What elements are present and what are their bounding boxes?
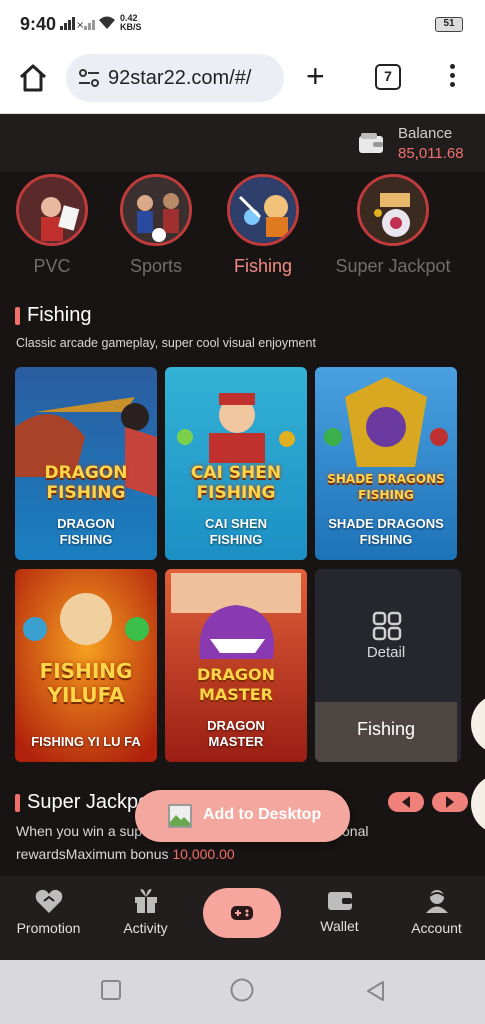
battery-indicator: 51 [435,17,463,32]
nav-label: Account [411,920,462,936]
game-title: FISHING YI LU FA [31,734,141,749]
detail-card-category: Fishing [356,719,416,739]
page-content: Balance 85,011.68 PVC Sports Fishing Sup… [0,114,485,960]
game-logo: DRAGON FISHING [44,463,128,503]
browser-menu-button[interactable] [448,64,456,90]
nav-promotion[interactable]: Promotion [0,888,97,936]
tab-label: Sports [129,256,183,276]
game-card-cai-shen-fishing[interactable]: CAI SHEN FISHING CAI SHEN FISHING [165,367,307,560]
nav-activity[interactable]: Activity [97,888,194,936]
tab-label: Super Jackpot [335,256,451,276]
account-icon [425,890,448,913]
system-navigation-bar [0,960,485,1024]
new-tab-button[interactable]: + [306,60,325,92]
back-icon[interactable] [365,980,385,1002]
bottom-navigation: Promotion Activity Wallet Account [0,876,485,960]
wifi-icon [99,16,115,29]
fishing-detail-card[interactable]: Detail Fishing [315,569,461,762]
status-bar: 9:40 × 0.42 KB/S 51 [0,0,485,50]
browser-toolbar: 92star22.com/#/ + 7 [0,50,485,114]
gift-icon [134,889,157,913]
super-jackpot-section-title: Super Jackpo [15,791,149,814]
nav-label: Promotion [16,920,81,936]
status-time: 9:40 [20,14,57,34]
bonus-value: 10,000.00 [172,846,235,862]
floating-service-bubble[interactable] [471,774,485,834]
image-icon [168,804,192,828]
balance-bar: Balance 85,011.68 [0,114,485,172]
balance-label: Balance [398,125,453,142]
super-jackpot-bonus: rewardsMaximum bonus 10,000.00 [16,846,235,862]
nav-account[interactable]: Account [388,888,485,936]
game-title: DRAGON MASTER [207,718,265,749]
nav-label: Wallet [320,918,359,934]
site-settings-icon[interactable] [78,69,100,87]
sports-thumbnail [120,174,192,246]
home-icon[interactable] [17,62,49,94]
tab-super-jackpot[interactable]: Super Jackpot [333,174,453,277]
fishing-section-title: Fishing [15,304,91,327]
fishing-section-description: Classic arcade gameplay, super cool visu… [16,336,316,350]
game-card-dragon-master[interactable]: DRAGON MASTER DRAGON MASTER [165,569,307,762]
arrow-right-icon [446,796,454,808]
url-text: 92star22.com/#/ [108,67,252,89]
pvc-thumbnail [16,174,88,246]
detail-card-footer: Fishing [315,702,457,762]
game-title: DRAGON FISHING [57,516,115,547]
wallet-icon[interactable] [358,132,384,154]
detail-label: Detail [366,644,406,661]
jackpot-prev-button[interactable] [388,792,424,812]
game-logo: FISHING YILUFA [39,659,133,707]
game-card-dragon-fishing[interactable]: DRAGON FISHING DRAGON FISHING [15,367,157,560]
game-title: CAI SHEN FISHING [204,516,268,547]
game-logo: CAI SHEN FISHING [190,463,282,503]
nav-label: Activity [123,920,168,936]
game-logo: SHADE DRAGONS FISHING [327,472,445,502]
tab-label: Fishing [233,256,293,276]
jackpot-next-button[interactable] [432,792,468,812]
floating-promo-bubble[interactable] [471,694,485,754]
promotion-icon [35,889,62,913]
home-nav-icon[interactable] [230,978,254,1002]
game-logo: DRAGON MASTER [196,665,276,704]
network-speed: 0.42 KB/S [120,13,142,32]
gamepad-icon [231,906,253,920]
address-bar[interactable]: 92star22.com/#/ [66,54,284,102]
add-to-desktop-label: Add to Desktop [203,806,322,823]
game-card-fishing-yi-lu-fa[interactable]: FISHING YILUFA FISHING YI LU FA [15,569,157,762]
svg-text:×: × [76,20,84,30]
arrow-left-icon [402,796,410,808]
super-jackpot-desc-left: When you win a sup [16,823,143,839]
nav-wallet[interactable]: Wallet [291,888,388,934]
game-card-shade-dragons-fishing[interactable]: SHADE DRAGONS FISHING SHADE DRAGONS FISHIN… [315,367,457,560]
super-jackpot-thumbnail [357,174,429,246]
tab-switcher-button[interactable]: 7 [375,64,401,90]
nav-games-center-button[interactable] [203,888,281,938]
fishing-thumbnail [227,174,299,246]
add-to-desktop-button[interactable]: Add to Desktop [135,790,350,842]
tab-sports[interactable]: Sports [96,174,216,277]
tab-fishing[interactable]: Fishing [203,174,323,277]
game-title: SHADE DRAGONS FISHING [328,516,444,547]
wallet-nav-icon [327,892,352,910]
category-tabs: PVC Sports Fishing Super Jackpot [0,174,485,284]
grid-icon [372,611,402,641]
recents-icon[interactable] [101,980,121,1000]
balance-value: 85,011.68 [398,145,464,162]
